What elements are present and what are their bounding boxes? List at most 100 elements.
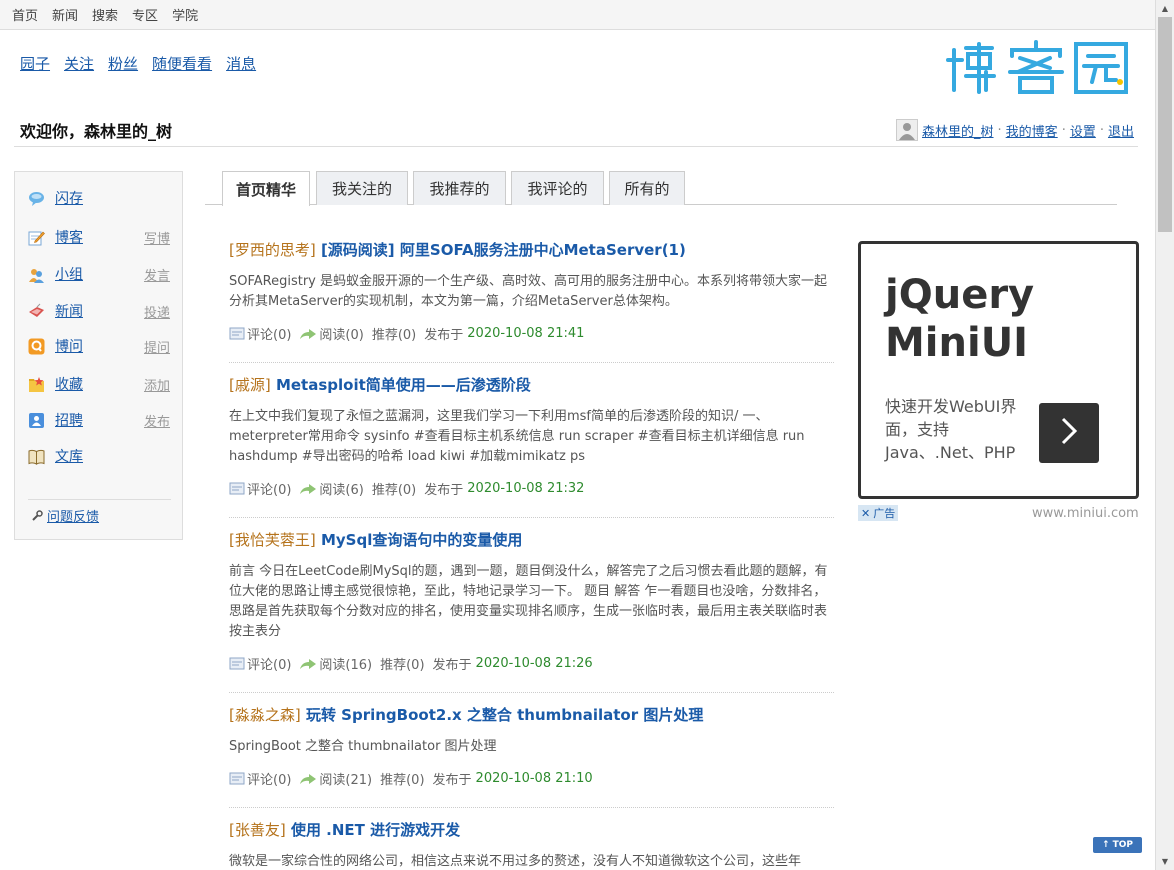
feedback-link[interactable]: 问题反馈 bbox=[31, 506, 99, 525]
subnav-messages[interactable]: 消息 bbox=[226, 53, 256, 74]
post-title[interactable]: [罗西的思考] [源码阅读] 阿里SOFA服务注册中心MetaServer(1) bbox=[229, 239, 834, 260]
post-date: 2020-10-08 21:10 bbox=[475, 771, 593, 786]
ask-question-link[interactable]: 提问 bbox=[144, 337, 170, 356]
post-title-text[interactable]: [源码阅读] 阿里SOFA服务注册中心MetaServer(1) bbox=[321, 241, 686, 259]
settings-link[interactable]: 设置 bbox=[1070, 121, 1096, 140]
sidebar-item-label[interactable]: 博客 bbox=[55, 227, 83, 247]
page-scrollbar[interactable]: ▲ ▼ bbox=[1155, 0, 1174, 870]
tab-following[interactable]: 我关注的 bbox=[316, 171, 408, 205]
post-author[interactable]: [罗西的思考] bbox=[229, 241, 316, 259]
post-title-text[interactable]: MySql查询语句中的变量使用 bbox=[321, 531, 522, 549]
logout-link[interactable]: 退出 bbox=[1108, 121, 1134, 140]
recommend-count: 推荐(0) bbox=[380, 773, 425, 788]
post-date: 2020-10-08 21:32 bbox=[467, 481, 585, 496]
reads-link[interactable]: 阅读(0) bbox=[299, 324, 364, 343]
sidebar-item-news[interactable]: 新闻 投递 bbox=[28, 301, 170, 321]
sidebar-item-ing[interactable]: 闪存 bbox=[28, 188, 170, 208]
ad-banner[interactable]: jQuery MiniUI 快速开发WebUI界面，支持Java、.Net、PHP bbox=[858, 241, 1139, 499]
comments-link[interactable]: 评论(0) bbox=[229, 324, 291, 343]
sidebar-item-label[interactable]: 博问 bbox=[55, 336, 83, 356]
subnav-browse[interactable]: 随便看看 bbox=[152, 53, 212, 74]
header-divider bbox=[14, 146, 1138, 147]
recommend-count: 推荐(0) bbox=[371, 483, 417, 498]
avatar[interactable] bbox=[896, 119, 919, 141]
post-summary: 在上文中我们复现了永恒之蓝漏洞，这里我们学习一下利用msf简单的后渗透阶段的知识… bbox=[229, 409, 805, 464]
post-divider bbox=[229, 692, 834, 693]
post-author[interactable]: [戚源] bbox=[229, 376, 271, 394]
post-title-text[interactable]: 使用 .NET 进行游戏开发 bbox=[291, 821, 460, 839]
subnav-following[interactable]: 关注 bbox=[64, 53, 94, 74]
sidebar-item-question[interactable]: 博问 提问 bbox=[28, 336, 170, 356]
post-item: [戚源] Metasploit简单使用——后渗透阶段 在上文中我们复现了永恒之蓝… bbox=[229, 374, 834, 498]
post-meta: 评论(0) 阅读(21) 推荐(0) 发布于 2020-10-08 21:10 bbox=[229, 769, 834, 788]
post-title[interactable]: [淼淼之森] 玩转 SpringBoot2.x 之整合 thumbnailato… bbox=[229, 704, 834, 725]
post-title-text[interactable]: 玩转 SpringBoot2.x 之整合 thumbnailator 图片处理 bbox=[306, 706, 703, 724]
chat-bubble-icon bbox=[28, 190, 45, 207]
back-to-top-button[interactable]: ↑ TOP bbox=[1093, 837, 1142, 853]
ad-label[interactable]: ✕ 广告 bbox=[858, 505, 899, 521]
post-title[interactable]: [戚源] Metasploit简单使用——后渗透阶段 bbox=[229, 374, 834, 395]
post-item: [淼淼之森] 玩转 SpringBoot2.x 之整合 thumbnailato… bbox=[229, 704, 834, 788]
sidebar-item-group[interactable]: 小组 发言 bbox=[28, 264, 170, 284]
tab-commented[interactable]: 我评论的 bbox=[511, 171, 604, 205]
post-author[interactable]: [我恰芙蓉王] bbox=[229, 531, 316, 549]
sidebar-item-label[interactable]: 闪存 bbox=[55, 188, 83, 208]
tab-recommended[interactable]: 我推荐的 bbox=[413, 171, 506, 205]
ad-url[interactable]: www.miniui.com bbox=[1032, 506, 1139, 521]
post-title-text[interactable]: Metasploit简单使用——后渗透阶段 bbox=[276, 376, 531, 394]
scroll-down-arrow-icon[interactable]: ▼ bbox=[1156, 853, 1174, 870]
ad-next-button[interactable] bbox=[1039, 403, 1099, 463]
post-summary: SpringBoot 之整合 thumbnailator 图片处理 bbox=[229, 739, 497, 754]
comments-link[interactable]: 评论(0) bbox=[229, 654, 291, 673]
publish-job-link[interactable]: 发布 bbox=[144, 411, 170, 430]
scrollbar-thumb[interactable] bbox=[1158, 17, 1172, 232]
topnav-search[interactable]: 搜索 bbox=[92, 5, 118, 24]
cnblogs-logo[interactable] bbox=[946, 38, 1136, 98]
my-blog-link[interactable]: 我的博客 bbox=[1006, 121, 1058, 140]
reads-link[interactable]: 阅读(21) bbox=[299, 769, 372, 788]
write-blog-link[interactable]: 写博 bbox=[144, 228, 170, 247]
sidebar-item-blog[interactable]: 博客 写博 bbox=[28, 227, 170, 247]
feedback-label[interactable]: 问题反馈 bbox=[47, 506, 99, 525]
reads-link[interactable]: 阅读(6) bbox=[299, 479, 364, 498]
topnav-news[interactable]: 新闻 bbox=[52, 5, 78, 24]
post-in-group-link[interactable]: 发言 bbox=[144, 265, 170, 284]
subnav-garden[interactable]: 园子 bbox=[20, 53, 50, 74]
sidebar-item-label[interactable]: 小组 bbox=[55, 264, 83, 284]
sidebar-item-label[interactable]: 新闻 bbox=[55, 301, 83, 321]
sidebar-item-label[interactable]: 招聘 bbox=[55, 410, 83, 430]
comments-link[interactable]: 评论(0) bbox=[229, 769, 291, 788]
chevron-right-icon bbox=[1057, 415, 1081, 451]
close-icon[interactable]: ✕ bbox=[861, 507, 870, 520]
topnav-zone[interactable]: 专区 bbox=[132, 5, 158, 24]
submit-news-link[interactable]: 投递 bbox=[144, 302, 170, 321]
topnav-academy[interactable]: 学院 bbox=[172, 5, 198, 24]
separator-dot: · bbox=[1099, 122, 1104, 138]
sidebar-item-jobs[interactable]: 招聘 发布 bbox=[28, 410, 170, 430]
tab-all[interactable]: 所有的 bbox=[609, 171, 685, 205]
comments-link[interactable]: 评论(0) bbox=[229, 479, 291, 498]
post-author[interactable]: [淼淼之森] bbox=[229, 706, 301, 724]
scroll-up-arrow-icon[interactable]: ▲ bbox=[1156, 0, 1174, 17]
pencil-note-icon bbox=[28, 229, 45, 246]
sidebar-divider bbox=[28, 499, 171, 500]
add-favorite-link[interactable]: 添加 bbox=[144, 375, 170, 394]
sidebar-item-label[interactable]: 收藏 bbox=[55, 374, 83, 394]
reads-link[interactable]: 阅读(16) bbox=[299, 654, 372, 673]
subnav-fans[interactable]: 粉丝 bbox=[108, 53, 138, 74]
post-summary: 前言 今日在LeetCode刷MySql的题，遇到一题，题目倒没什么，解答完了之… bbox=[229, 564, 828, 639]
tab-featured[interactable]: 首页精华 bbox=[222, 171, 310, 206]
sidebar-item-label[interactable]: 文库 bbox=[55, 446, 83, 466]
post-title[interactable]: [张善友] 使用 .NET 进行游戏开发 bbox=[229, 819, 834, 840]
sidebar-item-library[interactable]: 文库 bbox=[28, 446, 170, 466]
post-meta: 评论(0) 阅读(0) 推荐(0) 发布于 2020-10-08 21:41 bbox=[229, 324, 834, 343]
post-divider bbox=[229, 517, 834, 518]
post-author[interactable]: [张善友] bbox=[229, 821, 286, 839]
post-meta: 评论(0) 阅读(16) 推荐(0) 发布于 2020-10-08 21:26 bbox=[229, 654, 834, 673]
recommend-count: 推荐(0) bbox=[380, 658, 425, 673]
sidebar-item-favorites[interactable]: 收藏 添加 bbox=[28, 374, 170, 394]
post-title[interactable]: [我恰芙蓉王] MySql查询语句中的变量使用 bbox=[229, 529, 834, 550]
recommend-count: 推荐(0) bbox=[371, 328, 417, 343]
topnav-home[interactable]: 首页 bbox=[12, 5, 38, 24]
username-link[interactable]: 森林里的_树 bbox=[922, 121, 994, 140]
